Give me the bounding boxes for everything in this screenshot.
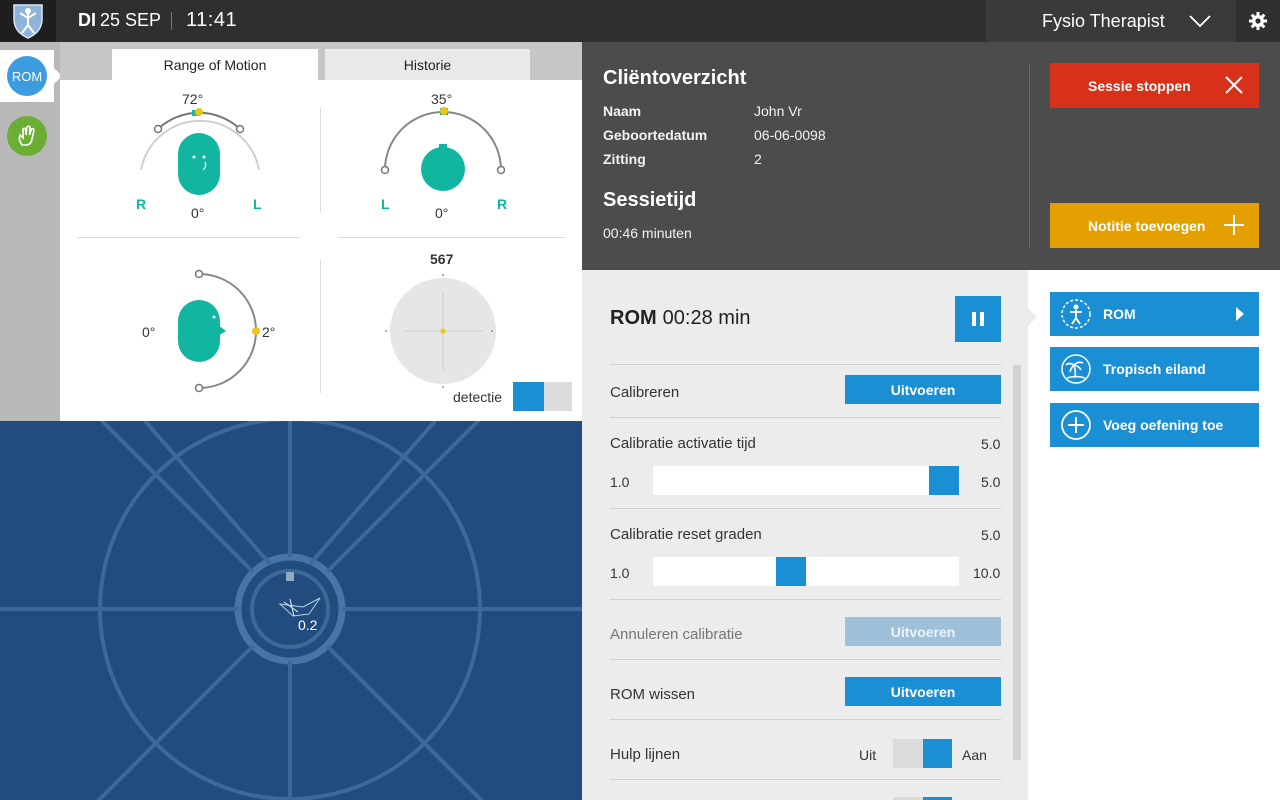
plus-circle-icon xyxy=(1061,410,1091,440)
game-view: 0.2 xyxy=(0,421,582,800)
target-value: 567 xyxy=(430,251,454,267)
client-overview: Cliëntoverzicht Naam John Vr Geboortedat… xyxy=(582,42,1280,270)
user-menu[interactable]: Fysio Therapist xyxy=(986,0,1236,42)
exercise-list: ROM Tropisch eiland Voeg oefening toe xyxy=(1028,270,1280,800)
tab-bar: Range of Motion Historie xyxy=(60,42,582,80)
close-icon xyxy=(1225,76,1243,94)
birthdate-label: Geboortedatum xyxy=(603,127,708,143)
slider-thumb[interactable] xyxy=(929,466,959,495)
add-note-button[interactable]: Notitie toevoegen xyxy=(1050,203,1259,248)
play-arrow-icon xyxy=(1236,307,1244,321)
exercise-settings: ROM 00:28 min Calibreren Uitvoeren Calibr… xyxy=(582,270,1028,800)
rail-item-hand[interactable] xyxy=(0,110,54,162)
session-time-value: 00:46 minuten xyxy=(603,225,692,241)
divider xyxy=(610,719,1001,720)
reset-degrees-label: Calibratie reset graden xyxy=(610,526,762,543)
tilt-left-label: L xyxy=(381,196,390,212)
add-exercise-button[interactable]: Voeg oefening toe xyxy=(1050,403,1259,447)
calibrate-label: Calibreren xyxy=(610,384,680,401)
rotation-bottom-value: 0° xyxy=(191,205,205,221)
rom-icon: ROM xyxy=(7,56,47,96)
toggle-off-label: Uit xyxy=(859,747,877,763)
rotation-gauge xyxy=(140,108,260,195)
rotation-top-value: 72° xyxy=(182,91,204,107)
toggle-on-label: Aan xyxy=(962,747,987,763)
left-rail: ROM xyxy=(0,42,62,421)
detect-label: detectie xyxy=(453,389,503,405)
top-bar: DI 25 SEP 11:41 Fysio Therapist xyxy=(0,0,1280,42)
divider xyxy=(610,417,1001,418)
reset-degrees-max: 10.0 xyxy=(973,565,1001,581)
divider xyxy=(77,237,300,238)
calibrate-run-button[interactable]: Uitvoeren xyxy=(845,375,1001,404)
tilt-top-value: 35° xyxy=(431,91,453,107)
scrollbar[interactable] xyxy=(1013,365,1021,760)
divider xyxy=(171,12,172,30)
divider xyxy=(610,659,1001,660)
cancel-calibration-button[interactable]: Uitvoeren xyxy=(845,617,1001,646)
session-number-label: Zitting xyxy=(603,151,646,167)
pause-button[interactable] xyxy=(955,296,1001,342)
rom-icon xyxy=(1061,299,1091,329)
chevron-down-icon xyxy=(1189,15,1211,28)
rotation-left-label: R xyxy=(136,196,147,212)
rail-item-rom[interactable]: ROM xyxy=(0,50,62,102)
rom-viewer: Range of Motion Historie 72° 0° R L 35° … xyxy=(60,42,582,421)
divider xyxy=(320,260,321,393)
session-time-title: Sessietijd xyxy=(603,189,697,211)
activation-time-max: 5.0 xyxy=(981,474,1001,490)
activation-time-min: 1.0 xyxy=(610,474,630,490)
rotation-right-label: L xyxy=(253,196,262,212)
detect-toggle[interactable] xyxy=(513,382,572,411)
divider xyxy=(320,107,321,213)
hand-icon xyxy=(7,116,47,156)
guide-lines-label: Hulp lijnen xyxy=(610,746,681,763)
reset-degrees-slider[interactable] xyxy=(653,557,959,586)
activation-time-slider[interactable] xyxy=(653,466,959,495)
cancel-calibration-label: Annuleren calibratie xyxy=(610,626,743,643)
exercise-rom-button[interactable]: ROM xyxy=(1050,292,1259,336)
divider xyxy=(1029,64,1030,248)
name-value: John Vr xyxy=(754,103,802,119)
tilt-bottom-value: 0° xyxy=(435,205,449,221)
flexion-left-value: 0° xyxy=(142,324,156,340)
target-plot xyxy=(385,274,501,390)
vitruvian-logo-icon xyxy=(0,0,56,42)
pause-icon xyxy=(972,312,984,326)
tilt-gauge xyxy=(380,107,505,191)
clear-rom-button[interactable]: Uitvoeren xyxy=(845,677,1001,706)
exercise-tropical-island-button[interactable]: Tropisch eiland xyxy=(1050,347,1259,391)
tab-range-of-motion[interactable]: Range of Motion xyxy=(112,49,318,80)
name-label: Naam xyxy=(603,103,642,119)
divider xyxy=(610,599,1001,600)
divider xyxy=(338,237,565,238)
divider xyxy=(610,364,1001,365)
stop-session-button[interactable]: Sessie stoppen xyxy=(1050,63,1259,108)
clock: 11:41 xyxy=(186,9,238,31)
activation-time-value: 5.0 xyxy=(981,436,1001,452)
gear-icon[interactable] xyxy=(1236,0,1280,42)
clear-rom-label: ROM wissen xyxy=(610,686,696,703)
game-value: 0.2 xyxy=(298,617,318,633)
birthdate-value: 06-06-0098 xyxy=(754,127,826,143)
client-title: Cliëntoverzicht xyxy=(603,67,747,89)
reset-degrees-min: 1.0 xyxy=(610,565,630,581)
activation-time-label: Calibratie activatie tijd xyxy=(610,435,756,452)
tilt-right-label: R xyxy=(497,196,508,212)
user-name: Fysio Therapist xyxy=(1042,11,1165,31)
flexion-right-value: 2° xyxy=(262,324,276,340)
palm-tree-icon xyxy=(1061,354,1091,384)
session-number-value: 2 xyxy=(754,151,762,167)
guide-lines-toggle[interactable] xyxy=(893,739,952,768)
reset-degrees-value: 5.0 xyxy=(981,527,1001,543)
divider xyxy=(610,508,1001,509)
plus-icon xyxy=(1224,215,1244,235)
date-display: DI 25 SEP xyxy=(78,10,162,30)
slider-thumb[interactable] xyxy=(776,557,806,586)
exercise-timer: ROM 00:28 min xyxy=(610,307,751,329)
divider xyxy=(610,779,1001,780)
tab-historie[interactable]: Historie xyxy=(325,49,530,80)
